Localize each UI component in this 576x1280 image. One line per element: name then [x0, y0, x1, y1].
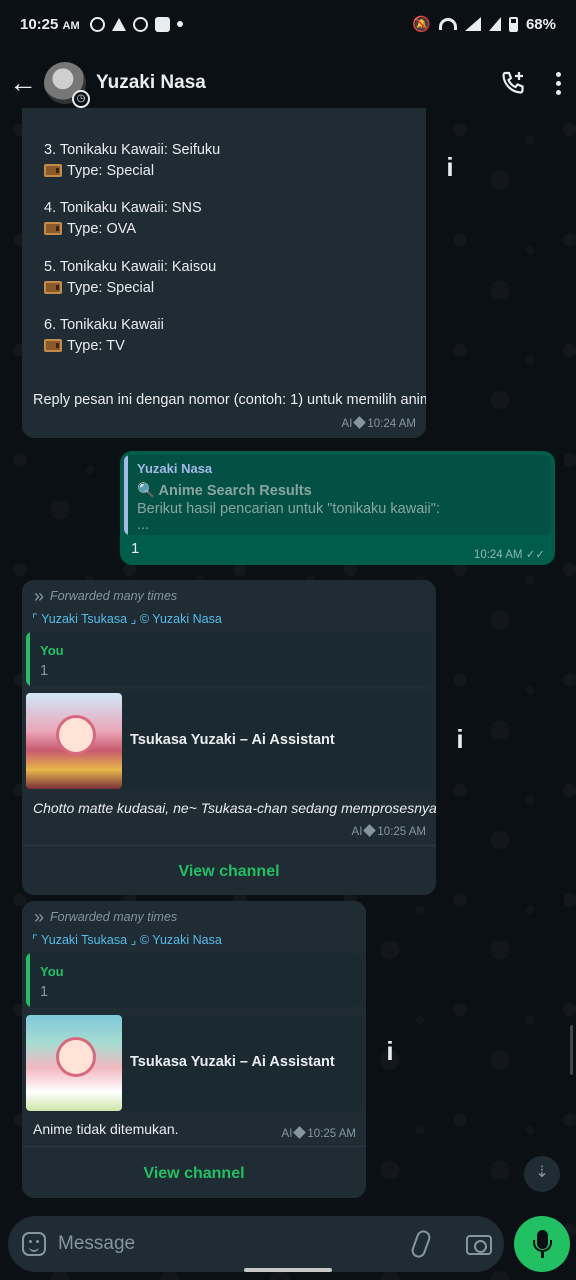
youtube-icon [154, 16, 170, 32]
channel-line[interactable]: ⌜ Yuzaki Tsukasa ⌟ © Yuzaki Nasa [32, 932, 222, 947]
contact-name[interactable]: Yuzaki Nasa [96, 72, 206, 94]
quote-line: Berikut hasil pencarian untuk "tonikaku … [137, 501, 440, 517]
double-chevron-down-icon[interactable]: ⇣ [524, 1156, 560, 1192]
quote-text: 1 [40, 984, 49, 1000]
channel-card[interactable]: Tsukasa Yuzaki – Ai Assistant [26, 1015, 362, 1111]
message-input[interactable] [58, 1230, 388, 1258]
telegram-icon [111, 17, 126, 31]
anime-face [56, 1037, 96, 1077]
gesture-bar[interactable] [244, 1268, 332, 1272]
card-title: Tsukasa Yuzaki – Ai Assistant [130, 1054, 335, 1070]
list-item-type: Type: Special [44, 163, 154, 179]
quote-more: ... [137, 517, 150, 533]
list-item-type: Type: OVA [44, 221, 136, 237]
view-channel-button[interactable]: View channel [22, 1165, 366, 1183]
television-icon [44, 339, 62, 352]
card-title: Tsukasa Yuzaki – Ai Assistant [130, 732, 335, 748]
television-icon [44, 222, 62, 235]
message-text: 1 [131, 540, 140, 557]
mic-button[interactable] [514, 1216, 570, 1272]
info-icon[interactable]: i [445, 152, 455, 183]
battery-icon [508, 16, 518, 32]
quote-author: You [40, 643, 64, 658]
list-item-title: 5. Tonikaku Kawaii: Kaisou [44, 259, 217, 275]
channel-card[interactable]: Tsukasa Yuzaki – Ai Assistant [26, 693, 432, 789]
message-text: Chotto matte kudasai, ne~ Tsukasa-chan s… [33, 800, 436, 816]
quoted-message[interactable]: You 1 [26, 953, 362, 1007]
message-meta: AI 10:24 AM [341, 416, 416, 430]
whatsapp-icon [89, 16, 105, 32]
signal-icon [464, 17, 481, 31]
forwarded-label: » Forwarded many times [34, 586, 178, 606]
info-icon[interactable]: i [455, 724, 465, 755]
add-call-icon[interactable] [500, 70, 526, 96]
mute-icon: 🔕 [412, 16, 431, 33]
incoming-message[interactable]: » Forwarded many times ⌜ Yuzaki Tsukasa ⌟… [22, 901, 366, 1198]
avatar[interactable]: ◷ [44, 62, 90, 108]
quote-bar [26, 632, 30, 686]
whatsapp-icon [132, 16, 148, 32]
ai-sparkle-icon [363, 824, 377, 837]
quote-author: Yuzaki Nasa [137, 461, 213, 476]
divider [22, 845, 436, 846]
status-time: 10:25 AM [20, 15, 80, 33]
list-item-title: 4. Tonikaku Kawaii: SNS [44, 200, 202, 216]
mic-base [541, 1252, 544, 1258]
quote-bar [26, 953, 30, 1007]
more-vert-icon[interactable] [556, 71, 562, 95]
list-item-type: Type: TV [44, 338, 125, 354]
chat-screen: 10:25 AM 🔕 68% ← ◷ Yuzaki Nasa 3. Tonika… [0, 0, 576, 1280]
back-arrow-icon[interactable]: ← [8, 67, 38, 99]
more-notifications-icon [176, 21, 183, 27]
anime-face [56, 715, 96, 755]
quoted-message[interactable]: Yuzaki Nasa 🔍 Anime Search Results Berik… [124, 455, 551, 535]
message-text: Reply pesan ini dengan nomor (contoh: 1)… [33, 392, 426, 408]
message-meta: AI 10:25 AM [281, 1126, 356, 1140]
system-icons: 🔕 68% [412, 15, 556, 34]
message-composer [8, 1216, 504, 1272]
outgoing-message[interactable]: Yuzaki Nasa 🔍 Anime Search Results Berik… [120, 451, 555, 565]
quote-text: 1 [40, 663, 49, 679]
message-text: Anime tidak ditemukan. [33, 1121, 179, 1137]
television-icon [44, 281, 62, 294]
double-check-icon: ✓✓ [525, 549, 545, 561]
message-meta: 10:24 AM ✓✓ [473, 549, 545, 561]
sticker-icon[interactable] [22, 1232, 46, 1256]
message-meta: AI 10:25 AM [351, 824, 426, 838]
ai-sparkle-icon [293, 1126, 307, 1139]
info-icon[interactable]: i [385, 1036, 395, 1067]
list-item-title: 3. Tonikaku Kawaii: Seifuku [44, 142, 221, 158]
television-icon [44, 164, 62, 177]
camera-icon[interactable] [466, 1235, 492, 1255]
incoming-message[interactable]: 3. Tonikaku Kawaii: Seifuku Type: Specia… [22, 108, 426, 438]
quote-bar [124, 455, 128, 535]
incoming-message[interactable]: » Forwarded many times ⌜ Yuzaki Tsukasa ⌟… [22, 580, 436, 895]
divider [22, 1146, 366, 1147]
battery-level: 68% [525, 15, 556, 33]
quoted-message[interactable]: You 1 [26, 632, 432, 686]
forward-icon: » [34, 907, 45, 927]
channel-thumbnail [26, 1015, 122, 1111]
mic-stand [533, 1240, 552, 1252]
channel-line[interactable]: ⌜ Yuzaki Tsukasa ⌟ © Yuzaki Nasa [32, 611, 222, 626]
quote-title: 🔍 Anime Search Results [137, 483, 312, 499]
list-item-title: 6. Tonikaku Kawaii [44, 317, 164, 333]
quote-author: You [40, 964, 64, 979]
list-item-type: Type: Special [44, 280, 154, 296]
forward-icon: » [34, 586, 45, 606]
disappearing-timer-icon: ◷ [72, 90, 90, 108]
status-bar: 10:25 AM 🔕 68% [0, 0, 576, 48]
channel-thumbnail [26, 693, 122, 789]
signal-icon [488, 17, 501, 31]
notification-icons [89, 16, 183, 32]
forwarded-label: » Forwarded many times [34, 907, 178, 927]
scrollbar[interactable] [570, 1025, 573, 1075]
ai-sparkle-icon [353, 416, 367, 429]
wifi-icon [438, 18, 457, 30]
paperclip-icon[interactable] [409, 1228, 433, 1260]
view-channel-button[interactable]: View channel [22, 863, 436, 881]
